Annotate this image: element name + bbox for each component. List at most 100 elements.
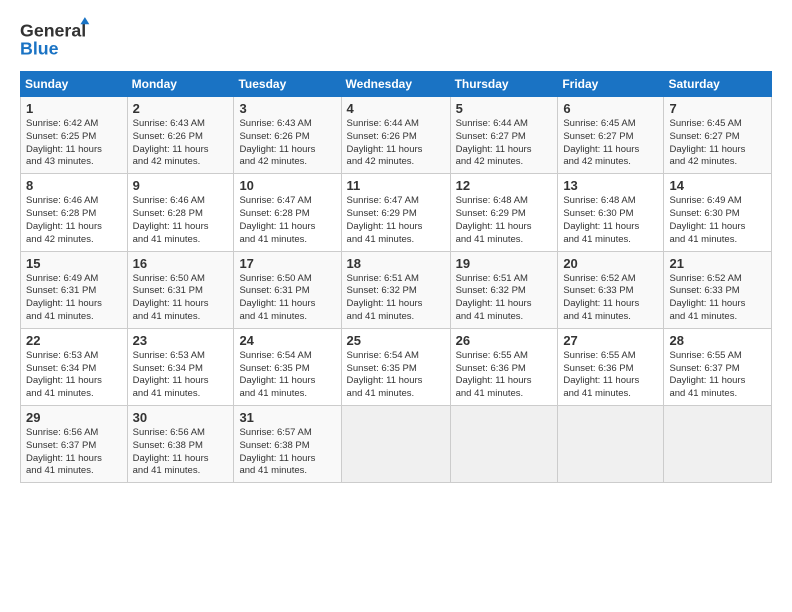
- day-number: 15: [26, 256, 122, 271]
- day-info: Sunrise: 6:57 AM Sunset: 6:38 PM Dayligh…: [239, 427, 335, 478]
- calendar-cell: 5 Sunrise: 6:44 AM Sunset: 6:27 PM Daylig…: [450, 97, 558, 174]
- calendar-cell: 3Sunrise: 6:43 AM Sunset: 6:26 PM Daylig…: [234, 97, 341, 174]
- day-info: Sunrise: 6:42 AM Sunset: 6:25 PM Dayligh…: [26, 118, 122, 169]
- calendar-cell: 30Sunrise: 6:56 AM Sunset: 6:38 PM Dayli…: [127, 406, 234, 483]
- day-info: Sunrise: 6:48 AM Sunset: 6:30 PM Dayligh…: [563, 195, 658, 246]
- day-number: 17: [239, 256, 335, 271]
- calendar-cell: 15 Sunrise: 6:49 AM Sunset: 6:31 PM Dayli…: [21, 251, 128, 328]
- day-number: 9: [133, 178, 229, 193]
- calendar-week-2: 8 Sunrise: 6:46 AM Sunset: 6:28 PM Daylig…: [21, 174, 772, 251]
- calendar-cell: 1 Sunrise: 6:42 AM Sunset: 6:25 PM Daylig…: [21, 97, 128, 174]
- logo: General Blue: [20, 16, 100, 61]
- day-info: Sunrise: 6:55 AM Sunset: 6:36 PM Dayligh…: [456, 350, 553, 401]
- day-info: Sunrise: 6:44 AM Sunset: 6:27 PM Dayligh…: [456, 118, 553, 169]
- day-number: 21: [669, 256, 766, 271]
- day-info: Sunrise: 6:55 AM Sunset: 6:36 PM Dayligh…: [563, 350, 658, 401]
- day-info: Sunrise: 6:50 AM Sunset: 6:31 PM Dayligh…: [239, 273, 335, 324]
- day-info: Sunrise: 6:43 AM Sunset: 6:26 PM Dayligh…: [239, 118, 335, 169]
- day-info: Sunrise: 6:50 AM Sunset: 6:31 PM Dayligh…: [133, 273, 229, 324]
- day-info: Sunrise: 6:46 AM Sunset: 6:28 PM Dayligh…: [133, 195, 229, 246]
- day-number: 12: [456, 178, 553, 193]
- day-info: Sunrise: 6:49 AM Sunset: 6:30 PM Dayligh…: [669, 195, 766, 246]
- day-info: Sunrise: 6:54 AM Sunset: 6:35 PM Dayligh…: [347, 350, 445, 401]
- calendar-table: SundayMondayTuesdayWednesdayThursdayFrid…: [20, 71, 772, 483]
- day-number: 26: [456, 333, 553, 348]
- day-number: 4: [347, 101, 445, 116]
- day-number: 31: [239, 410, 335, 425]
- calendar-cell: 19Sunrise: 6:51 AM Sunset: 6:32 PM Dayli…: [450, 251, 558, 328]
- calendar-cell: 26 Sunrise: 6:55 AM Sunset: 6:36 PM Dayli…: [450, 328, 558, 405]
- calendar-cell: 12 Sunrise: 6:48 AM Sunset: 6:29 PM Dayli…: [450, 174, 558, 251]
- day-info: Sunrise: 6:45 AM Sunset: 6:27 PM Dayligh…: [563, 118, 658, 169]
- day-number: 16: [133, 256, 229, 271]
- calendar-cell: 18 Sunrise: 6:51 AM Sunset: 6:32 PM Dayli…: [341, 251, 450, 328]
- day-info: Sunrise: 6:49 AM Sunset: 6:31 PM Dayligh…: [26, 273, 122, 324]
- weekday-header-sunday: Sunday: [21, 72, 128, 97]
- calendar-cell: 21 Sunrise: 6:52 AM Sunset: 6:33 PM Dayli…: [664, 251, 772, 328]
- day-number: 19: [456, 256, 553, 271]
- day-number: 24: [239, 333, 335, 348]
- calendar-week-3: 15 Sunrise: 6:49 AM Sunset: 6:31 PM Dayli…: [21, 251, 772, 328]
- day-number: 28: [669, 333, 766, 348]
- calendar-cell: 4Sunrise: 6:44 AM Sunset: 6:26 PM Daylig…: [341, 97, 450, 174]
- weekday-header-row: SundayMondayTuesdayWednesdayThursdayFrid…: [21, 72, 772, 97]
- calendar-cell: [341, 406, 450, 483]
- day-number: 14: [669, 178, 766, 193]
- calendar-cell: [664, 406, 772, 483]
- day-number: 13: [563, 178, 658, 193]
- day-number: 20: [563, 256, 658, 271]
- day-number: 29: [26, 410, 122, 425]
- calendar-cell: 13 Sunrise: 6:48 AM Sunset: 6:30 PM Dayli…: [558, 174, 664, 251]
- day-number: 6: [563, 101, 658, 116]
- calendar-cell: 16 Sunrise: 6:50 AM Sunset: 6:31 PM Dayli…: [127, 251, 234, 328]
- day-info: Sunrise: 6:47 AM Sunset: 6:29 PM Dayligh…: [347, 195, 445, 246]
- calendar-cell: 25Sunrise: 6:54 AM Sunset: 6:35 PM Dayli…: [341, 328, 450, 405]
- day-info: Sunrise: 6:53 AM Sunset: 6:34 PM Dayligh…: [26, 350, 122, 401]
- calendar-cell: 31 Sunrise: 6:57 AM Sunset: 6:38 PM Dayli…: [234, 406, 341, 483]
- day-info: Sunrise: 6:47 AM Sunset: 6:28 PM Dayligh…: [239, 195, 335, 246]
- calendar-cell: 28Sunrise: 6:55 AM Sunset: 6:37 PM Dayli…: [664, 328, 772, 405]
- day-info: Sunrise: 6:45 AM Sunset: 6:27 PM Dayligh…: [669, 118, 766, 169]
- day-number: 5: [456, 101, 553, 116]
- day-info: Sunrise: 6:46 AM Sunset: 6:28 PM Dayligh…: [26, 195, 122, 246]
- day-number: 18: [347, 256, 445, 271]
- calendar-cell: 22Sunrise: 6:53 AM Sunset: 6:34 PM Dayli…: [21, 328, 128, 405]
- weekday-header-thursday: Thursday: [450, 72, 558, 97]
- day-number: 8: [26, 178, 122, 193]
- calendar-week-5: 29 Sunrise: 6:56 AM Sunset: 6:37 PM Dayli…: [21, 406, 772, 483]
- svg-text:Blue: Blue: [20, 39, 59, 59]
- calendar-cell: [450, 406, 558, 483]
- weekday-header-saturday: Saturday: [664, 72, 772, 97]
- calendar-cell: 11Sunrise: 6:47 AM Sunset: 6:29 PM Dayli…: [341, 174, 450, 251]
- calendar-cell: 24 Sunrise: 6:54 AM Sunset: 6:35 PM Dayli…: [234, 328, 341, 405]
- day-info: Sunrise: 6:48 AM Sunset: 6:29 PM Dayligh…: [456, 195, 553, 246]
- calendar-cell: 6 Sunrise: 6:45 AM Sunset: 6:27 PM Daylig…: [558, 97, 664, 174]
- day-info: Sunrise: 6:52 AM Sunset: 6:33 PM Dayligh…: [563, 273, 658, 324]
- day-number: 23: [133, 333, 229, 348]
- calendar-cell: 7 Sunrise: 6:45 AM Sunset: 6:27 PM Daylig…: [664, 97, 772, 174]
- calendar-cell: 27 Sunrise: 6:55 AM Sunset: 6:36 PM Dayli…: [558, 328, 664, 405]
- header: General Blue: [20, 16, 772, 61]
- logo-svg: General Blue: [20, 16, 100, 61]
- page: General Blue SundayMondayTuesdayWednesda…: [0, 0, 792, 612]
- day-number: 30: [133, 410, 229, 425]
- calendar-week-1: 1 Sunrise: 6:42 AM Sunset: 6:25 PM Daylig…: [21, 97, 772, 174]
- calendar-cell: 17 Sunrise: 6:50 AM Sunset: 6:31 PM Dayli…: [234, 251, 341, 328]
- day-info: Sunrise: 6:51 AM Sunset: 6:32 PM Dayligh…: [347, 273, 445, 324]
- weekday-header-wednesday: Wednesday: [341, 72, 450, 97]
- calendar-cell: 8 Sunrise: 6:46 AM Sunset: 6:28 PM Daylig…: [21, 174, 128, 251]
- calendar-cell: 23Sunrise: 6:53 AM Sunset: 6:34 PM Dayli…: [127, 328, 234, 405]
- day-number: 1: [26, 101, 122, 116]
- calendar-cell: [558, 406, 664, 483]
- calendar-cell: 2 Sunrise: 6:43 AM Sunset: 6:26 PM Daylig…: [127, 97, 234, 174]
- day-info: Sunrise: 6:52 AM Sunset: 6:33 PM Dayligh…: [669, 273, 766, 324]
- day-number: 27: [563, 333, 658, 348]
- day-number: 2: [133, 101, 229, 116]
- day-info: Sunrise: 6:56 AM Sunset: 6:37 PM Dayligh…: [26, 427, 122, 478]
- day-info: Sunrise: 6:43 AM Sunset: 6:26 PM Dayligh…: [133, 118, 229, 169]
- day-number: 10: [239, 178, 335, 193]
- day-number: 7: [669, 101, 766, 116]
- weekday-header-tuesday: Tuesday: [234, 72, 341, 97]
- calendar-cell: 14 Sunrise: 6:49 AM Sunset: 6:30 PM Dayli…: [664, 174, 772, 251]
- day-info: Sunrise: 6:54 AM Sunset: 6:35 PM Dayligh…: [239, 350, 335, 401]
